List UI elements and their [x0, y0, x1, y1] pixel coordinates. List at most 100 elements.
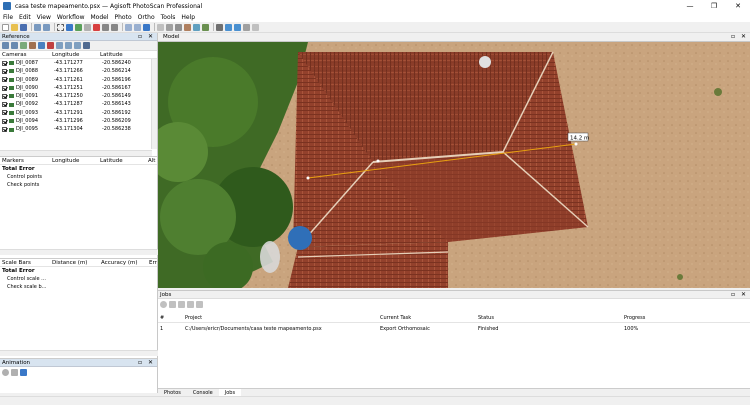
import-icon[interactable] — [2, 42, 9, 49]
camera-checkbox[interactable] — [2, 85, 7, 91]
col-error[interactable]: Err — [147, 259, 157, 266]
move-down-icon[interactable] — [196, 300, 203, 308]
solid-model-icon[interactable] — [184, 23, 191, 31]
tab-console[interactable]: Console — [187, 389, 219, 396]
crop-selection-icon[interactable] — [111, 23, 118, 31]
move-up-icon[interactable] — [187, 300, 194, 308]
shaded-model-icon[interactable] — [175, 23, 182, 31]
show-shapes-icon[interactable] — [243, 23, 250, 31]
scalebars-hscroll[interactable] — [0, 350, 158, 356]
orthophoto-viewport[interactable]: 14.2 m — [158, 42, 750, 288]
zoom-out-icon[interactable] — [134, 23, 141, 31]
textured-model-icon[interactable] — [193, 23, 200, 31]
markers-hscroll[interactable] — [0, 249, 158, 255]
camera-row[interactable]: DJI_0095 -43.171304 -20.586238 — [0, 125, 157, 133]
tab-jobs[interactable]: Jobs — [218, 389, 242, 396]
col-distance[interactable]: Distance (m) — [50, 259, 99, 266]
camera-row[interactable]: DJI_0092 -43.171287 -20.586143 — [0, 100, 157, 108]
camera-checkbox[interactable] — [2, 60, 7, 66]
add-track-icon[interactable] — [2, 368, 9, 376]
settings-icon[interactable] — [83, 42, 90, 49]
show-cameras-icon[interactable] — [216, 23, 223, 31]
view-estimated-icon[interactable] — [65, 42, 72, 49]
close-button[interactable]: ✕ — [726, 0, 750, 12]
menu-tools[interactable]: Tools — [158, 14, 179, 21]
col-cameras[interactable]: Cameras — [0, 51, 50, 58]
panel-buttons[interactable]: ▫ ✕ — [731, 291, 748, 299]
col-project[interactable]: Project — [185, 314, 202, 322]
menu-view[interactable]: View — [34, 14, 54, 21]
camera-row[interactable]: DJI_0090 -43.171251 -20.586167 — [0, 84, 157, 92]
camera-row[interactable]: DJI_0094 -43.171296 -20.586209 — [0, 117, 157, 125]
camera-checkbox[interactable] — [2, 93, 7, 99]
measure-point-mid[interactable] — [376, 159, 380, 163]
col-status[interactable]: Status — [478, 314, 494, 322]
navigation-icon[interactable] — [66, 23, 73, 31]
col-scalebars[interactable]: Scale Bars — [0, 259, 50, 266]
undo-icon[interactable] — [34, 23, 41, 31]
rectangle-selection-icon[interactable] — [57, 23, 64, 31]
view-source-icon[interactable] — [56, 42, 63, 49]
markers-control-points[interactable]: Control points — [0, 173, 157, 181]
maximize-button[interactable]: ❐ — [702, 0, 726, 12]
menu-edit[interactable]: Edit — [16, 14, 34, 21]
show-markers-icon[interactable] — [225, 23, 232, 31]
menu-file[interactable]: File — [0, 14, 16, 21]
delete-selection-icon[interactable] — [102, 23, 109, 31]
col-longitude[interactable]: Longitude — [50, 51, 98, 58]
camera-row[interactable]: DJI_0089 -43.171261 -20.586196 — [0, 76, 157, 84]
cameras-hscroll[interactable] — [0, 150, 152, 156]
tab-photos[interactable]: Photos — [158, 389, 187, 396]
dense-cloud-icon[interactable] — [166, 23, 173, 31]
menu-workflow[interactable]: Workflow — [54, 14, 88, 21]
col-marker-alt[interactable]: Alt — [146, 157, 156, 164]
camera-checkbox[interactable] — [2, 110, 7, 116]
convert-icon[interactable] — [20, 42, 27, 49]
col-marker-longitude[interactable]: Longitude — [50, 157, 98, 164]
camera-checkbox[interactable] — [2, 102, 7, 108]
measure-point-end[interactable] — [574, 142, 578, 146]
tiled-model-icon[interactable] — [202, 23, 209, 31]
menu-help[interactable]: Help — [178, 14, 198, 21]
rotate-region-icon[interactable] — [84, 23, 91, 31]
save-icon[interactable] — [20, 23, 27, 31]
minimize-button[interactable]: — — [678, 0, 702, 12]
point-cloud-icon[interactable] — [157, 23, 164, 31]
update-icon[interactable] — [38, 42, 45, 49]
move-region-icon[interactable] — [75, 23, 82, 31]
pause-job-icon[interactable] — [178, 300, 185, 308]
stop-job-icon[interactable] — [169, 300, 176, 308]
measure-point-start[interactable] — [306, 176, 310, 180]
col-markers[interactable]: Markers — [0, 157, 50, 164]
open-project-icon[interactable] — [11, 23, 18, 31]
camera-checkbox[interactable] — [2, 118, 7, 124]
menu-ortho[interactable]: Ortho — [135, 14, 158, 21]
new-project-icon[interactable] — [2, 23, 9, 31]
panel-buttons[interactable]: ▫ ✕ — [138, 33, 155, 41]
job-row[interactable]: 1 C:/Users/ericr/Documents/casa teste ma… — [158, 324, 750, 334]
animation-settings-icon[interactable] — [20, 368, 27, 376]
camera-checkbox[interactable] — [2, 77, 7, 83]
col-current-task[interactable]: Current Task — [380, 314, 411, 322]
panel-buttons[interactable]: ▫ ✕ — [138, 359, 155, 367]
optimize-icon[interactable] — [29, 42, 36, 49]
col-accuracy[interactable]: Accuracy (m) — [99, 259, 147, 266]
col-progress[interactable]: Progress — [624, 314, 645, 322]
col-job-number[interactable]: # — [160, 314, 164, 322]
zoom-in-icon[interactable] — [125, 23, 132, 31]
camera-checkbox[interactable] — [2, 68, 7, 74]
menu-photo[interactable]: Photo — [112, 14, 135, 21]
save-track-icon[interactable] — [11, 368, 18, 376]
start-job-icon[interactable] — [160, 300, 167, 308]
model-tab[interactable]: Model — [158, 33, 750, 42]
col-latitude[interactable]: Latitude — [98, 51, 148, 58]
camera-row[interactable]: DJI_0088 -43.171266 -20.586214 — [0, 67, 157, 75]
cameras-vscroll[interactable] — [151, 59, 157, 149]
show-scalebars-icon[interactable] — [252, 23, 259, 31]
view-errors-icon[interactable] — [74, 42, 81, 49]
export-icon[interactable] — [11, 42, 18, 49]
show-region-icon[interactable] — [234, 23, 241, 31]
camera-checkbox[interactable] — [2, 127, 7, 133]
panel-buttons[interactable]: ▫ ✕ — [731, 33, 748, 41]
col-marker-latitude[interactable]: Latitude — [98, 157, 146, 164]
